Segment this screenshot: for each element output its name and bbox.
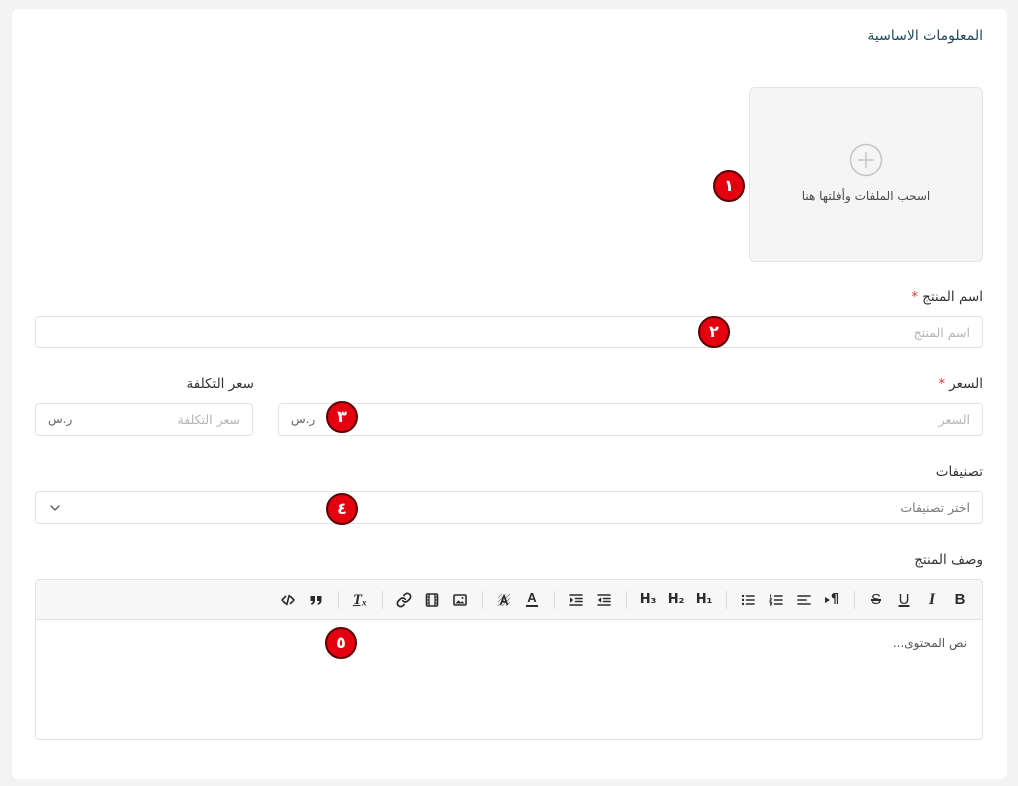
plus-circle-icon: [849, 143, 883, 177]
cost-currency-suffix: ر.س: [48, 412, 73, 426]
cost-price-input[interactable]: [84, 404, 252, 435]
heading-2-button[interactable]: H₂: [662, 586, 690, 614]
chevron-down-icon: [50, 504, 60, 511]
italic-icon: I: [928, 590, 936, 608]
font-color-button[interactable]: A: [518, 586, 546, 614]
font-color-icon: A: [526, 590, 538, 607]
outdent-button[interactable]: [590, 586, 618, 614]
clear-format-button[interactable]: Tₓ: [346, 586, 374, 614]
insert-link-button[interactable]: [390, 586, 418, 614]
background-color-icon: [497, 593, 511, 606]
underline-button[interactable]: U: [890, 586, 918, 614]
file-dropzone[interactable]: اسحب الملفات وأفلتها هنا: [749, 87, 983, 262]
heading-1-icon: H₁: [695, 591, 713, 607]
text-direction-icon: ¶: [830, 591, 840, 607]
strikethrough-icon: S: [870, 590, 881, 608]
insert-image-button[interactable]: [446, 586, 474, 614]
toolbar-separator: [726, 590, 727, 609]
annotation-badge-1: ١: [713, 170, 745, 202]
product-name-label: اسم المنتج*: [911, 287, 983, 307]
background-color-button[interactable]: [490, 586, 518, 614]
basic-info-card: المعلومات الاساسية اسحب الملفات وأفلتها …: [12, 9, 1007, 779]
toolbar-separator: [382, 590, 383, 609]
indent-icon: [569, 593, 583, 606]
italic-button[interactable]: I: [918, 586, 946, 614]
bullet-list-button[interactable]: [734, 586, 762, 614]
cost-price-field: ر.س: [35, 403, 253, 436]
required-mark: *: [938, 376, 946, 392]
indent-button[interactable]: [562, 586, 590, 614]
toolbar-separator: [554, 590, 555, 609]
description-content-area[interactable]: نص المحتوى...: [36, 620, 982, 739]
bullet-list-icon: [741, 594, 755, 605]
code-block-button[interactable]: [274, 586, 302, 614]
blockquote-icon: [310, 595, 322, 605]
categories-select[interactable]: اختر تصنيفات: [35, 491, 983, 524]
categories-placeholder: اختر تصنيفات: [900, 500, 970, 515]
annotation-badge-2: ٢: [698, 316, 730, 348]
required-mark: *: [911, 289, 919, 305]
strikethrough-button[interactable]: S: [862, 586, 890, 614]
dropzone-text: اسحب الملفات وأفلتها هنا: [801, 189, 931, 203]
product-name-label-text: اسم المنتج: [922, 289, 983, 305]
price-currency-suffix: ر.س: [291, 412, 316, 426]
toolbar-separator: [482, 590, 483, 609]
ordered-list-icon: [768, 593, 783, 606]
heading-3-icon: H₃: [639, 591, 657, 607]
product-name-input[interactable]: [36, 317, 982, 347]
text-direction-button[interactable]: ¶: [818, 586, 846, 614]
image-icon: [453, 593, 467, 606]
editor-toolbar: B I U S ¶ H₁ H₂ H₃ A Tₓ: [36, 580, 982, 620]
price-label: السعر*: [938, 374, 983, 394]
annotation-badge-3: ٣: [326, 401, 358, 433]
direction-arrow-icon: [824, 596, 830, 603]
description-editor: B I U S ¶ H₁ H₂ H₃ A Tₓ نص المحتوى...: [35, 579, 983, 740]
code-icon: [281, 594, 295, 605]
align-button[interactable]: [790, 586, 818, 614]
ordered-list-button[interactable]: [762, 586, 790, 614]
link-icon: [396, 592, 412, 607]
heading-3-button[interactable]: H₃: [634, 586, 662, 614]
toolbar-separator: [854, 590, 855, 609]
price-field: ر.س: [278, 403, 983, 436]
price-input[interactable]: [327, 404, 982, 435]
categories-label: تصنيفات: [935, 464, 983, 480]
blockquote-button[interactable]: [302, 586, 330, 614]
description-label: وصف المنتج: [914, 552, 983, 568]
annotation-badge-4: ٤: [326, 493, 358, 525]
heading-1-button[interactable]: H₁: [690, 586, 718, 614]
product-name-field: [35, 316, 983, 348]
bold-icon: B: [954, 590, 966, 608]
video-icon: [425, 592, 439, 607]
heading-2-icon: H₂: [667, 591, 685, 607]
bold-button[interactable]: B: [946, 586, 974, 614]
cost-price-label: سعر التكلفة: [186, 376, 255, 392]
toolbar-separator: [626, 590, 627, 609]
annotation-badge-5: ٥: [325, 627, 357, 659]
insert-video-button[interactable]: [418, 586, 446, 614]
section-title: المعلومات الاساسية: [867, 28, 983, 44]
underline-icon: U: [898, 590, 910, 608]
align-icon: [797, 594, 811, 605]
outdent-icon: [597, 593, 611, 606]
price-label-text: السعر: [949, 376, 983, 392]
toolbar-separator: [338, 590, 339, 609]
clear-format-icon: Tₓ: [352, 591, 368, 608]
